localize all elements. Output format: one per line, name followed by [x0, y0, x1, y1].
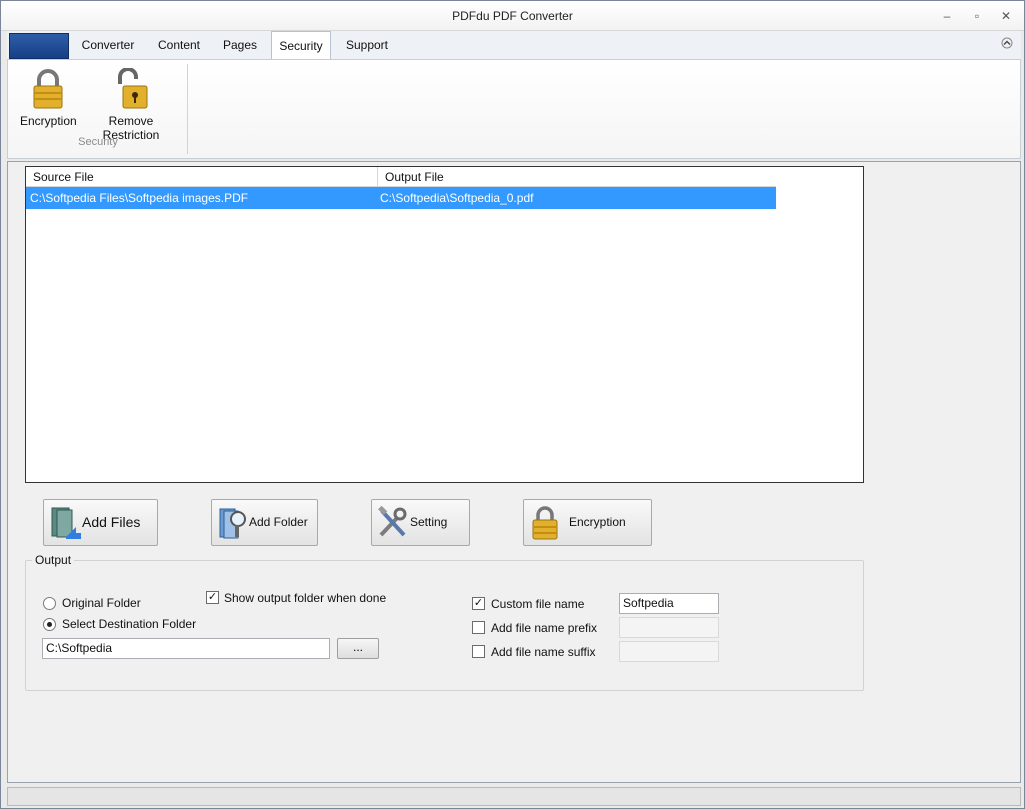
output-group: Output Original Folder Select Destinatio…	[25, 553, 864, 691]
show-output-folder-checkbox[interactable]: ✓	[206, 591, 219, 604]
table-row[interactable]: C:\Softpedia Files\Softpedia images.PDF …	[26, 187, 776, 209]
application-menu-button[interactable]	[9, 33, 69, 59]
add-folder-button[interactable]: Add Folder	[211, 499, 318, 546]
close-button[interactable]: ✕	[995, 8, 1017, 24]
file-name-prefix-checkbox[interactable]	[472, 621, 485, 634]
tools-icon	[376, 505, 410, 541]
column-header-source[interactable]: Source File	[26, 167, 378, 187]
original-folder-radio[interactable]	[43, 597, 56, 610]
tab-support[interactable]: Support	[338, 31, 396, 59]
setting-label: Setting	[410, 515, 448, 529]
window-title: PDFdu PDF Converter	[452, 9, 573, 23]
column-header-output[interactable]: Output File	[378, 167, 776, 187]
tab-converter[interactable]: Converter	[73, 31, 143, 59]
chevron-up-icon[interactable]	[1000, 37, 1014, 51]
ribbon-group-label: Security	[78, 136, 118, 148]
encryption-button[interactable]: Encryption	[523, 499, 652, 546]
setting-button[interactable]: Setting	[371, 499, 470, 546]
file-name-suffix-checkbox[interactable]	[472, 645, 485, 658]
source-file-cell: C:\Softpedia Files\Softpedia images.PDF	[30, 191, 249, 205]
custom-file-name-input[interactable]: Softpedia	[619, 593, 719, 614]
ribbon-remove-restriction-button[interactable]: Remove Restriction	[80, 67, 182, 142]
destination-path-input[interactable]: C:\Softpedia	[42, 638, 330, 659]
lock-open-icon	[111, 67, 151, 110]
original-folder-label: Original Folder	[62, 596, 141, 610]
output-file-cell: C:\Softpedia\Softpedia_0.pdf	[380, 191, 534, 205]
custom-file-name-label: Custom file name	[491, 597, 585, 611]
tab-pages[interactable]: Pages	[214, 31, 266, 59]
show-output-folder-label: Show output folder when done	[224, 591, 387, 605]
file-list-header: Source File Output File	[26, 167, 776, 187]
output-group-legend: Output	[32, 553, 75, 567]
main-panel: Source File Output File C:\Softpedia Fil…	[7, 161, 1021, 783]
add-files-icon	[48, 505, 82, 541]
file-list[interactable]: Source File Output File C:\Softpedia Fil…	[25, 166, 864, 483]
ribbon-tab-bar: Converter Content Pages Security Support	[7, 31, 1021, 60]
ribbon-panel: Encryption Remove Restriction Security	[7, 59, 1021, 159]
ribbon-encryption-button[interactable]: Encryption	[20, 68, 77, 128]
status-bar	[7, 787, 1021, 806]
ribbon-group-divider	[187, 64, 188, 154]
add-folder-label: Add Folder	[249, 515, 308, 529]
maximize-button[interactable]: ▫	[966, 8, 988, 24]
add-files-button[interactable]: Add Files	[43, 499, 158, 546]
tab-content[interactable]: Content	[147, 31, 211, 59]
file-name-prefix-label: Add file name prefix	[491, 621, 598, 635]
title-bar[interactable]: PDFdu PDF Converter – ▫ ✕	[1, 1, 1024, 31]
select-destination-label: Select Destination Folder	[62, 617, 197, 631]
lock-closed-icon	[28, 68, 68, 110]
tab-security[interactable]: Security	[271, 31, 331, 60]
file-name-suffix-input	[619, 641, 719, 662]
app-window: PDFdu PDF Converter – ▫ ✕ Converter Cont…	[0, 0, 1025, 809]
add-folder-icon	[216, 505, 250, 541]
encryption-label: Encryption	[569, 515, 626, 529]
ribbon-encryption-label: Encryption	[20, 114, 77, 128]
custom-file-name-checkbox[interactable]: ✓	[472, 597, 485, 610]
lock-closed-icon	[528, 505, 562, 541]
add-files-label: Add Files	[82, 514, 141, 530]
select-destination-radio[interactable]	[43, 618, 56, 631]
file-name-prefix-input	[619, 617, 719, 638]
browse-button[interactable]: ...	[337, 638, 379, 659]
minimize-button[interactable]: –	[936, 8, 958, 24]
file-name-suffix-label: Add file name suffix	[491, 645, 596, 659]
